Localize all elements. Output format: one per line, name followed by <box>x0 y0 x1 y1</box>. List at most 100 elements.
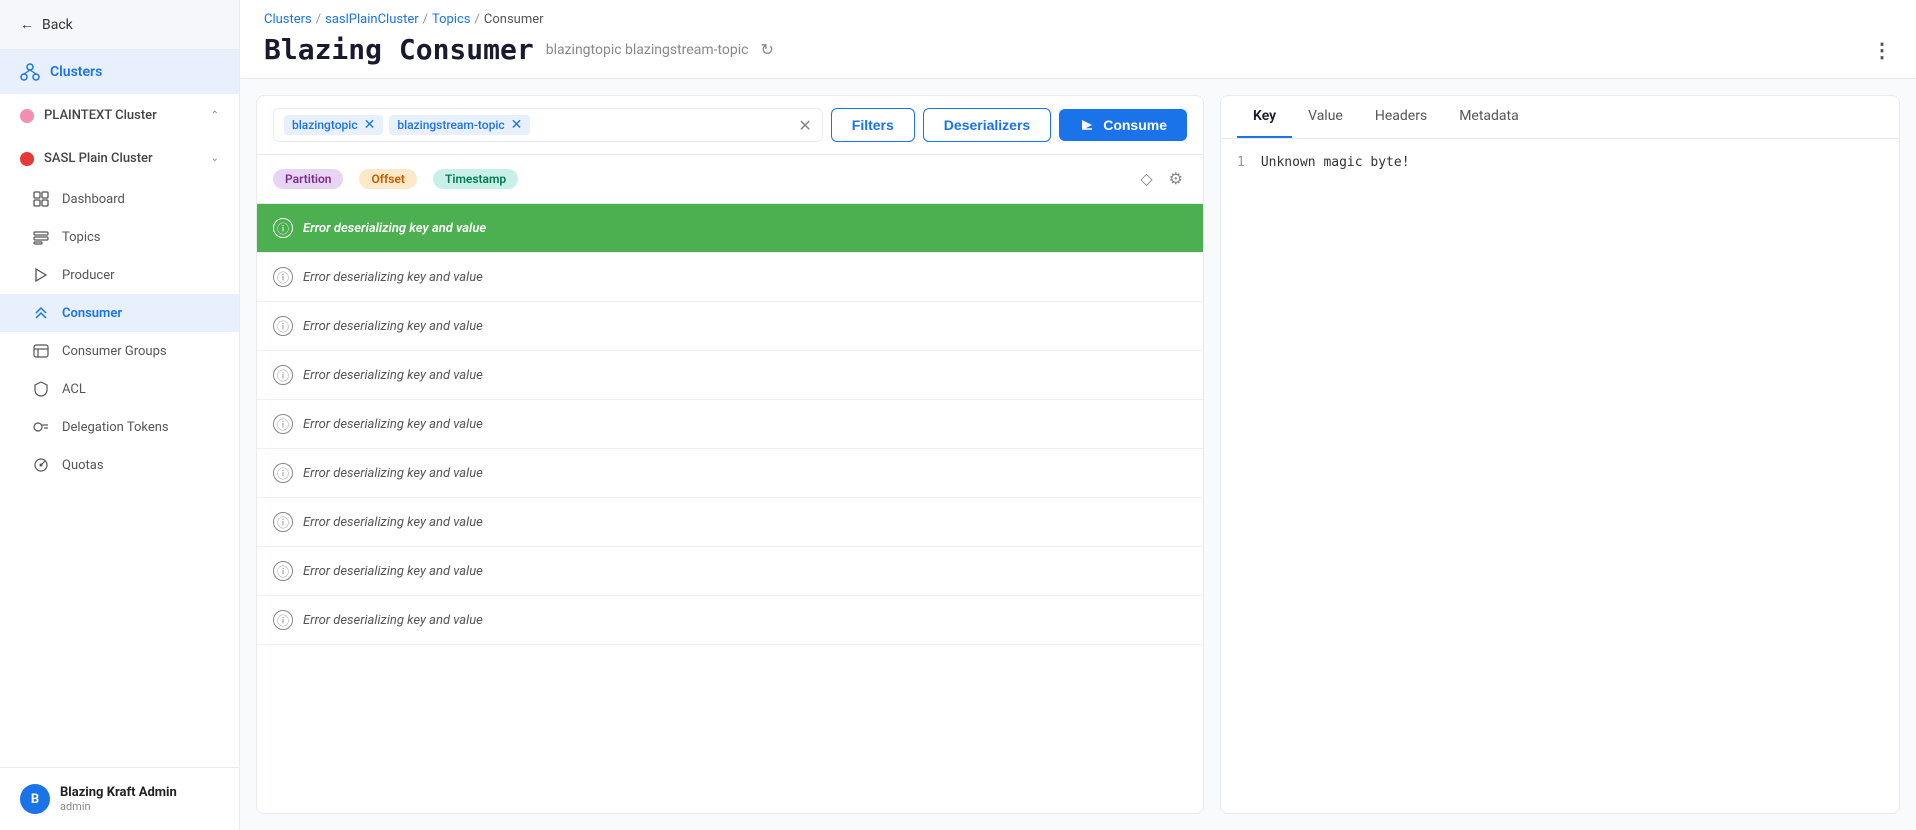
dashboard-icon <box>32 190 50 208</box>
message-row-6[interactable]: ⓘ Error deserializing key and value <box>257 449 1203 498</box>
tag-blazingtopic-close[interactable]: ✕ <box>364 118 376 132</box>
plaintext-cluster-dot <box>20 109 34 123</box>
consume-label: Consume <box>1103 117 1167 133</box>
acl-icon <box>32 380 50 398</box>
message-row-1[interactable]: ⓘ Error deserializing key and value <box>257 204 1203 253</box>
breadcrumb-sep-1: / <box>316 12 321 27</box>
sidebar-item-consumer-groups[interactable]: Consumer Groups <box>0 332 239 370</box>
right-tabs: Key Value Headers Metadata <box>1221 96 1899 139</box>
clusters-label: Clusters <box>50 64 102 80</box>
message-row-5[interactable]: ⓘ Error deserializing key and value <box>257 400 1203 449</box>
consumer-groups-icon <box>32 342 50 360</box>
tag-blazingtopic: blazingtopic ✕ <box>284 115 383 135</box>
column-headers: Partition Offset Timestamp ◇ ⚙ <box>257 155 1203 204</box>
user-info: Blazing Kraft Admin admin <box>60 785 177 813</box>
message-text-1: Error deserializing key and value <box>303 221 486 236</box>
back-button[interactable]: ← Back <box>0 0 239 50</box>
message-text-8: Error deserializing key and value <box>303 564 483 579</box>
content-area: blazingtopic ✕ blazingstream-topic ✕ ✕ F… <box>240 79 1916 830</box>
tab-metadata[interactable]: Metadata <box>1443 96 1535 138</box>
tab-headers[interactable]: Headers <box>1359 96 1443 138</box>
user-name: Blazing Kraft Admin <box>60 785 177 800</box>
message-text-6: Error deserializing key and value <box>303 466 483 481</box>
back-label: Back <box>42 17 73 33</box>
tab-key[interactable]: Key <box>1237 96 1292 138</box>
tag-blazingstream: blazingstream-topic ✕ <box>389 115 530 135</box>
message-row-4[interactable]: ⓘ Error deserializing key and value <box>257 351 1203 400</box>
more-options-icon[interactable]: ⋮ <box>1872 38 1892 62</box>
breadcrumb-clusters[interactable]: Clusters <box>264 12 312 27</box>
message-info-icon-1: ⓘ <box>273 218 293 238</box>
message-list: ⓘ Error deserializing key and value ⓘ Er… <box>257 204 1203 813</box>
clusters-button[interactable]: Clusters <box>0 50 239 94</box>
tab-value[interactable]: Value <box>1292 96 1359 138</box>
sasl-cluster-header[interactable]: SASL Plain Cluster ⌄ <box>0 141 239 176</box>
message-info-icon-6: ⓘ <box>273 463 293 483</box>
delegation-tokens-icon <box>32 418 50 436</box>
sasl-cluster-dot <box>20 152 34 166</box>
partition-badge: Partition <box>273 169 343 189</box>
message-text-7: Error deserializing key and value <box>303 515 483 530</box>
message-info-icon-3: ⓘ <box>273 316 293 336</box>
message-row-8[interactable]: ⓘ Error deserializing key and value <box>257 547 1203 596</box>
topics-label: Topics <box>62 230 101 245</box>
message-info-icon-2: ⓘ <box>273 267 293 287</box>
message-info-icon-7: ⓘ <box>273 512 293 532</box>
page-subtitle: blazingtopic blazingstream-topic <box>546 42 749 58</box>
sasl-cluster-group: SASL Plain Cluster ⌄ Dashboard <box>0 137 239 492</box>
producer-icon <box>32 266 50 284</box>
plaintext-cluster-chevron: ⌃ <box>211 110 219 121</box>
plaintext-cluster-group: PLAINTEXT Cluster ⌃ <box>0 94 239 137</box>
nav-items: Dashboard Topics Produce <box>0 176 239 488</box>
tags-clear-button[interactable]: ✕ <box>798 116 811 135</box>
message-row-2[interactable]: ⓘ Error deserializing key and value <box>257 253 1203 302</box>
filters-button[interactable]: Filters <box>831 108 915 142</box>
refresh-icon[interactable]: ↻ <box>761 40 774 59</box>
message-text-9: Error deserializing key and value <box>303 613 483 628</box>
sidebar-item-topics[interactable]: Topics <box>0 218 239 256</box>
breadcrumb-topics[interactable]: Topics <box>432 12 471 27</box>
content-line-1: Unknown magic byte! <box>1261 155 1410 170</box>
breadcrumb-current: Consumer <box>484 12 544 27</box>
tag-blazingstream-close[interactable]: ✕ <box>511 118 523 132</box>
tag-blazingtopic-label: blazingtopic <box>292 118 358 132</box>
sidebar-item-consumer[interactable]: Consumer <box>0 294 239 332</box>
user-role: admin <box>60 800 177 813</box>
consumer-groups-label: Consumer Groups <box>62 344 167 359</box>
deserializers-button[interactable]: Deserializers <box>923 108 1051 142</box>
breadcrumb-cluster[interactable]: saslPlainCluster <box>325 12 418 27</box>
message-info-icon-8: ⓘ <box>273 561 293 581</box>
right-panel: Key Value Headers Metadata 1Unknown magi… <box>1220 95 1900 814</box>
page-header: Clusters / saslPlainCluster / Topics / C… <box>240 0 1916 79</box>
offset-badge: Offset <box>359 169 416 189</box>
main-content: Clusters / saslPlainCluster / Topics / C… <box>240 0 1916 830</box>
plaintext-cluster-header[interactable]: PLAINTEXT Cluster ⌃ <box>0 98 239 133</box>
message-text-3: Error deserializing key and value <box>303 319 483 334</box>
filter-bar: blazingtopic ✕ blazingstream-topic ✕ ✕ F… <box>257 96 1203 155</box>
message-row-9[interactable]: ⓘ Error deserializing key and value <box>257 596 1203 645</box>
dashboard-label: Dashboard <box>62 192 125 207</box>
page-title: Blazing Consumer <box>264 33 534 66</box>
sidebar: ← Back Clusters PLAINTEXT Cluster ⌃ SASL… <box>0 0 240 830</box>
acl-label: ACL <box>62 382 86 397</box>
sidebar-item-quotas[interactable]: Quotas <box>0 446 239 484</box>
consumer-icon <box>32 304 50 322</box>
consumer-label: Consumer <box>62 306 122 321</box>
message-info-icon-9: ⓘ <box>273 610 293 630</box>
producer-label: Producer <box>62 268 115 283</box>
sidebar-item-acl[interactable]: ACL <box>0 370 239 408</box>
sidebar-item-delegation-tokens[interactable]: Delegation Tokens <box>0 408 239 446</box>
bookmark-action[interactable]: ◇ <box>1136 165 1156 193</box>
clusters-icon <box>20 62 40 82</box>
message-row-7[interactable]: ⓘ Error deserializing key and value <box>257 498 1203 547</box>
consume-button[interactable]: Consume <box>1059 109 1187 141</box>
sasl-cluster-name: SASL Plain Cluster <box>44 151 201 166</box>
settings-action[interactable]: ⚙ <box>1165 165 1187 193</box>
message-row-3[interactable]: ⓘ Error deserializing key and value <box>257 302 1203 351</box>
consume-icon <box>1079 117 1095 133</box>
sidebar-item-producer[interactable]: Producer <box>0 256 239 294</box>
user-avatar: B <box>20 784 50 814</box>
message-text-4: Error deserializing key and value <box>303 368 483 383</box>
sidebar-item-dashboard[interactable]: Dashboard <box>0 180 239 218</box>
topic-tags-input[interactable]: blazingtopic ✕ blazingstream-topic ✕ ✕ <box>273 108 823 142</box>
